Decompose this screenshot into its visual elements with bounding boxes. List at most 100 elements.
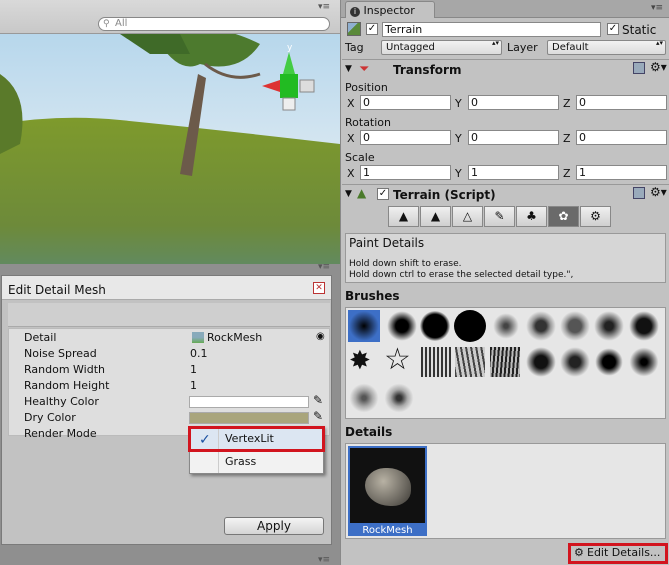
foldout-arrow-icon[interactable]: ▼: [345, 64, 352, 74]
detail-value[interactable]: RockMesh: [207, 331, 262, 344]
healthy-color-swatch[interactable]: [189, 396, 309, 408]
close-icon[interactable]: ✕: [313, 282, 325, 294]
help-title: Paint Details: [349, 236, 425, 250]
position-x-label: X: [347, 97, 355, 110]
tag-dropdown[interactable]: Untagged: [381, 40, 502, 55]
inspector-panel: i Inspector ▾≡ ✓ Terrain ✓ Static Tag Un…: [340, 0, 669, 565]
healthy-color-row: Healthy Color ✎: [16, 393, 323, 411]
random-width-field[interactable]: 1: [190, 363, 197, 376]
transform-title: Transform: [393, 63, 462, 77]
render-mode-label: Render Mode: [24, 427, 97, 440]
detail-label: Detail: [24, 331, 57, 344]
brush-medium-round[interactable]: [387, 311, 417, 341]
paint-details-tool-button[interactable]: ✿: [548, 206, 579, 227]
gameobject-icon: [347, 22, 361, 36]
tab-inspector-label: Inspector: [363, 4, 415, 17]
place-trees-tool-button[interactable]: ♣: [516, 206, 547, 227]
help-book-icon[interactable]: [633, 62, 645, 74]
foldout-arrow-icon[interactable]: ▼: [345, 189, 352, 199]
scale-y-label: Y: [455, 167, 462, 180]
dry-color-swatch[interactable]: [189, 412, 309, 424]
help-book-icon[interactable]: [633, 187, 645, 199]
apply-button[interactable]: Apply: [224, 517, 324, 535]
scale-x-field[interactable]: 1: [360, 165, 451, 180]
position-label: Position: [345, 81, 388, 94]
random-height-row: Random Height 1: [16, 379, 322, 395]
position-z-label: Z: [563, 97, 571, 110]
info-icon: i: [350, 7, 360, 17]
gear-icon[interactable]: ⚙▾: [650, 60, 667, 74]
raise-lower-tool-button[interactable]: ▲: [388, 206, 419, 227]
brush-grass-2[interactable]: [455, 347, 485, 377]
eyedropper-icon[interactable]: ✎: [313, 409, 323, 423]
smooth-height-tool-button[interactable]: △: [452, 206, 483, 227]
active-checkbox[interactable]: ✓: [366, 23, 378, 35]
brush-solid-round[interactable]: [454, 310, 486, 342]
brushes-label: Brushes: [345, 289, 400, 303]
noise-spread-field[interactable]: 0.1: [190, 347, 208, 360]
rotation-z-field[interactable]: 0: [576, 130, 667, 145]
brush-splatter-4[interactable]: [594, 311, 624, 341]
lower-panel-menu-icon[interactable]: ▾≡: [318, 555, 330, 565]
terrain-enabled-checkbox[interactable]: ✓: [377, 188, 389, 200]
highlight-edit-details-box: [568, 543, 668, 564]
paint-texture-tool-button[interactable]: ✎: [484, 206, 515, 227]
static-checkbox[interactable]: ✓: [607, 23, 619, 35]
noise-spread-row: Noise Spread 0.1: [16, 347, 322, 363]
dry-color-row: Dry Color ✎: [16, 409, 323, 427]
brush-blob[interactable]: [594, 347, 624, 377]
healthy-color-label: Healthy Color: [24, 395, 99, 408]
brush-grass-1[interactable]: [421, 347, 451, 377]
dialog-header-bar: [8, 303, 330, 327]
scale-x-label: X: [347, 167, 355, 180]
bottom-panel-menu-icon[interactable]: ▾≡: [318, 262, 330, 272]
brush-rough-1[interactable]: [526, 347, 556, 377]
transform-header[interactable]: [342, 59, 669, 79]
rotation-label: Rotation: [345, 116, 392, 129]
rotation-z-label: Z: [563, 132, 571, 145]
layer-dropdown[interactable]: Default: [547, 40, 666, 55]
position-y-label: Y: [455, 97, 462, 110]
brush-splatter-1[interactable]: [491, 311, 521, 341]
brush-starburst[interactable]: ✸: [349, 346, 371, 376]
brush-speckle-2[interactable]: [384, 383, 414, 413]
brush-star[interactable]: ☆: [384, 344, 411, 376]
position-z-field[interactable]: 0: [576, 95, 667, 110]
brush-splatter-2[interactable]: [526, 311, 556, 341]
position-x-field[interactable]: 0: [360, 95, 451, 110]
brush-hard-round[interactable]: [420, 311, 450, 341]
object-picker-icon[interactable]: ◉: [316, 331, 325, 342]
rotation-x-label: X: [347, 132, 355, 145]
panel-menu-icon[interactable]: ▾≡: [318, 2, 330, 12]
tag-label: Tag: [345, 41, 364, 54]
panel-menu-icon[interactable]: ▾≡: [651, 3, 663, 13]
dry-color-label: Dry Color: [24, 411, 76, 424]
scale-label: Scale: [345, 151, 375, 164]
eyedropper-icon[interactable]: ✎: [313, 393, 323, 407]
scale-z-field[interactable]: 1: [576, 165, 667, 180]
terrain-settings-tool-button[interactable]: ⚙: [580, 206, 611, 227]
scale-z-label: Z: [563, 167, 571, 180]
search-placeholder: All: [115, 18, 128, 29]
rotation-x-field[interactable]: 0: [360, 130, 451, 145]
brush-dots[interactable]: [629, 347, 659, 377]
position-y-field[interactable]: 0: [468, 95, 559, 110]
object-name-field[interactable]: Terrain: [382, 22, 601, 37]
dialog-title: Edit Detail Mesh: [2, 276, 331, 300]
scene-search-input[interactable]: All ⚲: [98, 17, 330, 31]
brush-grass-3[interactable]: [490, 347, 520, 377]
brush-speckle-1[interactable]: [349, 383, 379, 413]
brush-rough-2[interactable]: [560, 347, 590, 377]
option-grass[interactable]: Grass: [191, 451, 322, 473]
gear-icon[interactable]: ⚙▾: [650, 185, 667, 199]
tab-inspector[interactable]: i Inspector: [345, 1, 435, 18]
paint-height-tool-button[interactable]: ▲: [420, 206, 451, 227]
brush-splatter-3[interactable]: [560, 311, 590, 341]
random-height-field[interactable]: 1: [190, 379, 197, 392]
scale-y-field[interactable]: 1: [468, 165, 559, 180]
brush-cloud[interactable]: [629, 311, 659, 341]
terrain-script-header[interactable]: [342, 184, 669, 204]
layer-label: Layer: [507, 41, 538, 54]
rotation-y-field[interactable]: 0: [468, 130, 559, 145]
brush-soft-round[interactable]: [349, 311, 379, 341]
